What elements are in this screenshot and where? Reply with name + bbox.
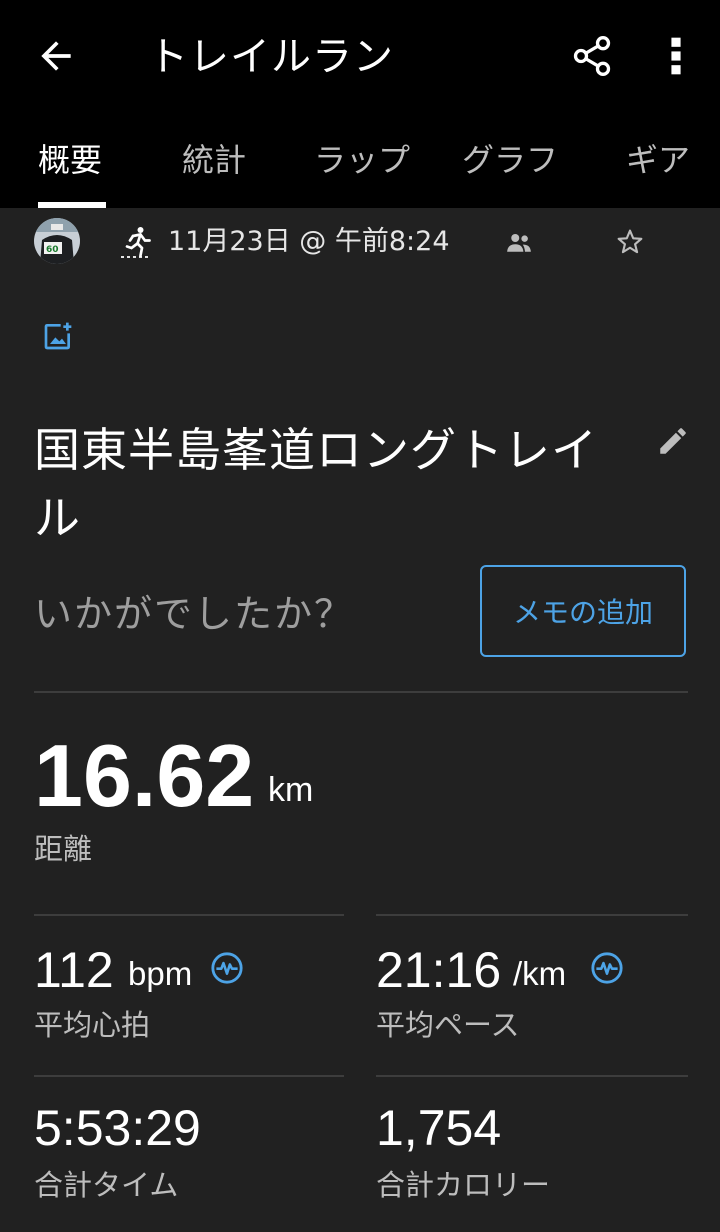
avg-pace-label: 平均ペース: [376, 1008, 520, 1042]
top-app-bar: トレイルラン 概要 統計 ラップ グラフ ギア: [0, 0, 720, 208]
trail-run-icon: [121, 227, 151, 258]
total-time-value: 5:53:29: [34, 1100, 201, 1156]
tab-overview[interactable]: 概要: [38, 140, 102, 180]
activity-date: 11月23日 @ 午前8:24: [168, 226, 450, 257]
divider: [34, 691, 688, 693]
privacy-people-icon[interactable]: [504, 228, 534, 258]
tab-graph[interactable]: グラフ: [462, 140, 558, 180]
divider: [376, 914, 688, 916]
distance-unit: km: [268, 771, 314, 809]
tab-laps[interactable]: ラップ: [314, 140, 410, 180]
how-was-it-prompt[interactable]: いかがでしたか？: [34, 588, 354, 640]
avg-pace-unit: /km: [513, 955, 567, 992]
total-calories-value: 1,754: [376, 1100, 502, 1156]
avatar[interactable]: 60: [34, 218, 80, 264]
total-calories-label: 合計カロリー: [376, 1168, 551, 1202]
distance-value: 16.62: [34, 726, 255, 825]
divider: [34, 914, 344, 916]
pace-badge-icon[interactable]: [590, 951, 624, 985]
tab-stats[interactable]: 統計: [182, 140, 246, 180]
tab-gear[interactable]: ギア: [626, 140, 690, 180]
page-title: トレイルラン: [148, 34, 394, 80]
activity-name: 国東半島峯道ロングトレイル: [34, 423, 598, 545]
heart-rate-badge-icon[interactable]: [210, 951, 244, 985]
back-arrow-icon[interactable]: [34, 34, 78, 78]
star-outline-icon[interactable]: [614, 226, 646, 258]
add-memo-button[interactable]: メモの追加: [480, 565, 686, 657]
more-vert-icon[interactable]: [660, 34, 692, 78]
avg-hr-value: 112: [34, 942, 114, 998]
edit-pencil-icon[interactable]: [656, 424, 690, 458]
svg-text:60: 60: [46, 245, 59, 255]
avg-pace-value: 21:16: [376, 942, 502, 998]
distance-label: 距離: [34, 832, 93, 866]
add-photo-icon[interactable]: [42, 320, 74, 352]
total-time-label: 合計タイム: [34, 1168, 179, 1202]
tab-indicator: [38, 202, 106, 208]
divider: [34, 1075, 344, 1077]
avg-hr-unit: bpm: [128, 955, 193, 992]
divider: [376, 1075, 688, 1077]
share-icon[interactable]: [570, 34, 614, 78]
avg-hr-label: 平均心拍: [34, 1008, 151, 1042]
